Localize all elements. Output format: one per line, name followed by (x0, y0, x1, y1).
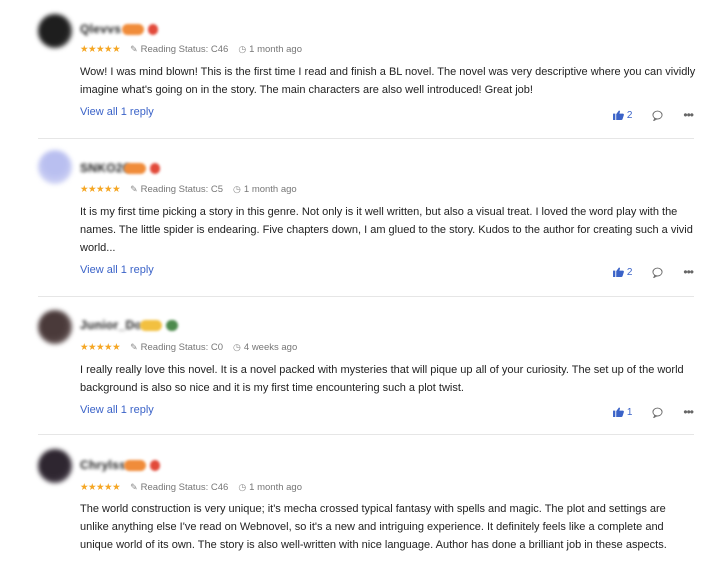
review-meta: ★★★★★ ✎ Reading Status: C0 ◷ 4 weeks ago (80, 340, 297, 354)
more-dots-icon[interactable]: ••• (683, 108, 694, 122)
review-body: It is my first time picking a story in t… (80, 206, 693, 254)
comment-bubble-icon[interactable] (652, 110, 663, 121)
star-rating: ★★★★★ (80, 481, 121, 493)
avatar[interactable] (38, 310, 72, 344)
clock-icon: ◷ (238, 43, 247, 54)
timestamp: 1 month ago (249, 481, 302, 493)
username[interactable]: SNKO26 (80, 161, 130, 177)
review-body: I really really love this novel. It is a… (80, 364, 684, 394)
thumbs-up-icon (612, 267, 624, 277)
comment-bubble-icon[interactable] (652, 407, 663, 418)
review-body: The world construction is very unique; i… (80, 503, 667, 551)
review-actions: 2 ••• (612, 107, 694, 123)
divider (38, 138, 694, 139)
avatar[interactable] (38, 150, 72, 184)
reading-status: Reading Status: C0 (140, 341, 224, 353)
more-dots-icon[interactable]: ••• (683, 405, 694, 419)
like-button[interactable]: 2 (612, 109, 633, 121)
clock-icon: ◷ (238, 481, 247, 492)
review-meta: ★★★★★ ✎ Reading Status: C46 ◷ 1 month ag… (80, 42, 302, 56)
review-meta: ★★★★★ ✎ Reading Status: C5 ◷ 1 month ago (80, 182, 297, 196)
like-count: 2 (626, 109, 633, 121)
thumbs-up-icon (612, 407, 624, 417)
like-button[interactable]: 1 (612, 406, 633, 418)
pencil-icon: ✎ (130, 481, 138, 492)
reading-status: Reading Status: C5 (140, 183, 224, 195)
status-badge (166, 320, 178, 331)
pencil-icon: ✎ (130, 43, 138, 54)
pencil-icon: ✎ (130, 341, 138, 352)
star-rating: ★★★★★ (80, 341, 121, 353)
avatar[interactable] (38, 449, 72, 483)
status-badge (150, 460, 160, 471)
star-rating: ★★★★★ (80, 183, 121, 195)
like-count: 2 (626, 266, 633, 278)
status-badge (150, 163, 160, 174)
username[interactable]: Qlevvs (80, 22, 121, 38)
avatar[interactable] (38, 14, 72, 48)
review-actions: 1 ••• (612, 404, 694, 420)
pencil-icon: ✎ (130, 183, 138, 194)
username[interactable]: Junior_Do (80, 318, 142, 334)
level-badge (140, 320, 162, 331)
level-badge (122, 24, 144, 35)
like-button[interactable]: 2 (612, 266, 633, 278)
more-dots-icon[interactable]: ••• (683, 265, 694, 279)
timestamp: 1 month ago (249, 43, 302, 55)
view-replies-link[interactable]: View all 1 reply (80, 106, 154, 118)
like-count: 1 (626, 406, 633, 418)
view-replies-link[interactable]: View all 1 reply (80, 264, 154, 276)
divider (38, 296, 694, 297)
comment-bubble-icon[interactable] (652, 267, 663, 278)
level-badge (124, 460, 146, 471)
reading-status: Reading Status: C46 (140, 43, 229, 55)
status-badge (148, 24, 158, 35)
view-replies-link[interactable]: View all 1 reply (80, 404, 154, 416)
timestamp: 1 month ago (243, 183, 297, 195)
timestamp: 4 weeks ago (243, 341, 298, 353)
clock-icon: ◷ (233, 183, 241, 194)
star-rating: ★★★★★ (80, 43, 121, 55)
reading-status: Reading Status: C46 (140, 481, 229, 493)
divider (38, 434, 694, 435)
review-actions: 2 ••• (612, 264, 694, 280)
username[interactable]: Chrylss (80, 458, 126, 474)
thumbs-up-icon (612, 110, 624, 120)
level-badge (124, 163, 146, 174)
clock-icon: ◷ (233, 341, 241, 352)
review-body: Wow! I was mind blown! This is the first… (80, 66, 696, 96)
review-meta: ★★★★★ ✎ Reading Status: C46 ◷ 1 month ag… (80, 480, 302, 494)
